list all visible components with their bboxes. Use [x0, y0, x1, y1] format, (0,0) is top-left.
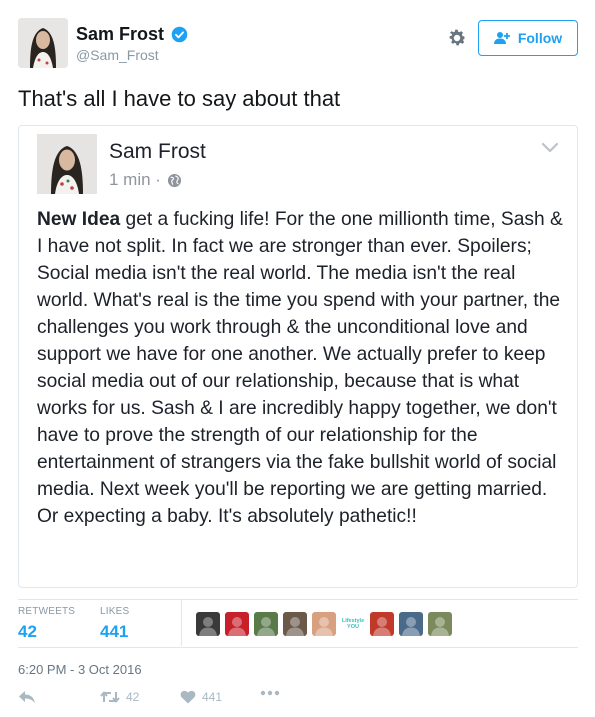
tweet-header: Sam Frost @Sam_Frost Follow [18, 18, 578, 70]
embedded-post-time: 1 min · [109, 170, 182, 190]
embedded-post-mention: New Idea [37, 209, 121, 230]
retweets-label: RETWEETS [18, 606, 76, 617]
follow-button[interactable]: Follow [478, 20, 578, 56]
author-avatar[interactable] [18, 18, 68, 68]
liker-avatar[interactable]: Lifestyle YOU [341, 612, 365, 636]
retweet-icon [100, 691, 120, 703]
embedded-author-avatar [37, 134, 97, 194]
retweet-button[interactable]: 42 [100, 690, 139, 704]
more-dots-icon [260, 690, 280, 696]
retweet-count: 42 [126, 690, 140, 704]
liker-avatar[interactable] [399, 612, 423, 636]
verified-badge-icon [172, 26, 188, 43]
author-handle[interactable]: @Sam_Frost [76, 47, 188, 63]
globe-icon [167, 173, 182, 187]
liker-avatar[interactable] [370, 612, 394, 636]
likes-count: 441 [100, 622, 129, 641]
liker-avatar[interactable] [283, 612, 307, 636]
author-display-name[interactable]: Sam Frost [76, 24, 164, 45]
like-button[interactable]: 441 [180, 690, 222, 704]
like-count: 441 [202, 690, 223, 704]
more-button[interactable] [260, 690, 280, 696]
liker-avatar[interactable] [312, 612, 336, 636]
heart-icon [180, 690, 196, 704]
embedded-post-body: New Idea get a fucking life! For the one… [37, 206, 567, 530]
liker-avatar[interactable] [254, 612, 278, 636]
embedded-post-card[interactable]: Sam Frost 1 min · New Idea get a fucking… [18, 125, 578, 588]
likes-stat[interactable]: LIKES 441 [100, 606, 129, 642]
embedded-post-text: get a fucking life! For the one milliont… [37, 209, 563, 527]
author-name-block: Sam Frost @Sam_Frost [76, 24, 188, 63]
retweets-stat[interactable]: RETWEETS 42 [18, 606, 75, 642]
retweets-count: 42 [18, 622, 37, 641]
embedded-time-label: 1 min · [109, 170, 161, 189]
add-user-icon [493, 32, 510, 44]
tweet-timestamp[interactable]: 6:20 PM - 3 Oct 2016 [18, 662, 142, 677]
likes-label: LIKES [100, 606, 130, 617]
chevron-down-icon[interactable] [541, 142, 559, 154]
liker-avatar[interactable] [428, 612, 452, 636]
embedded-author-name: Sam Frost [109, 140, 206, 163]
tweet-stats: RETWEETS 42 LIKES 441 Lifestyle YOU [18, 600, 578, 646]
tweet-actions: 42 441 [18, 690, 318, 714]
divider [181, 600, 182, 646]
reply-button[interactable] [18, 690, 36, 704]
liker-avatar-label: Lifestyle YOU [341, 618, 365, 630]
liker-avatar[interactable] [196, 612, 220, 636]
gear-icon[interactable] [446, 27, 468, 49]
liker-avatar[interactable] [225, 612, 249, 636]
likers-avatars: Lifestyle YOU [196, 612, 452, 636]
tweet-text: That's all I have to say about that [18, 86, 341, 111]
reply-icon [19, 691, 35, 703]
divider [18, 647, 578, 648]
follow-label: Follow [517, 30, 563, 46]
